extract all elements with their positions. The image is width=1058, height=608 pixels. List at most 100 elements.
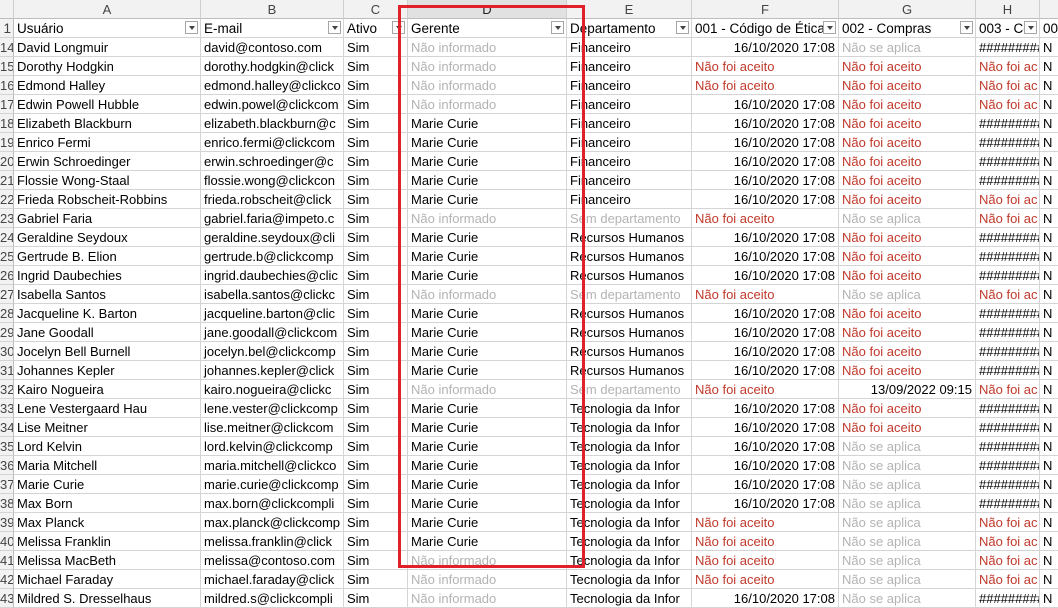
row-number[interactable]: 34 (0, 418, 14, 437)
cell-usuario[interactable]: Michael Faraday (14, 570, 201, 589)
cell-email[interactable]: geraldine.seydoux@cli (201, 228, 344, 247)
cell-departamento[interactable]: Financeiro (567, 133, 692, 152)
cell-003[interactable]: ######### (976, 361, 1040, 380)
cell-compras[interactable]: Não se aplica (839, 285, 976, 304)
cell-codigo-etica[interactable]: 16/10/2020 17:08 (692, 133, 839, 152)
cell-004[interactable]: N (1040, 570, 1058, 589)
cell-codigo-etica[interactable]: 16/10/2020 17:08 (692, 171, 839, 190)
cell-email[interactable]: edmond.halley@clickco (201, 76, 344, 95)
cell-003[interactable]: ######### (976, 418, 1040, 437)
cell-ativo[interactable]: Sim (344, 513, 408, 532)
cell-004[interactable]: N (1040, 437, 1058, 456)
row-number[interactable]: 42 (0, 570, 14, 589)
cell-usuario[interactable]: Erwin Schroedinger (14, 152, 201, 171)
cell-codigo-etica[interactable]: 16/10/2020 17:08 (692, 494, 839, 513)
cell-departamento[interactable]: Financeiro (567, 38, 692, 57)
cell-004[interactable]: N (1040, 551, 1058, 570)
cell-codigo-etica[interactable]: 16/10/2020 17:08 (692, 228, 839, 247)
cell-004[interactable]: N (1040, 171, 1058, 190)
cell-codigo-etica[interactable]: Não foi aceito (692, 209, 839, 228)
filter-dropdown-icon[interactable] (960, 21, 973, 34)
cell-usuario[interactable]: Edmond Halley (14, 76, 201, 95)
cell-departamento[interactable]: Sem departamento (567, 285, 692, 304)
row-number[interactable]: 27 (0, 285, 14, 304)
cell-gerente[interactable]: Marie Curie (408, 418, 567, 437)
cell-departamento[interactable]: Financeiro (567, 152, 692, 171)
cell-departamento[interactable]: Tecnologia da Infor (567, 494, 692, 513)
row-number[interactable]: 36 (0, 456, 14, 475)
cell-departamento[interactable]: Tecnologia da Infor (567, 399, 692, 418)
cell-compras[interactable]: Não foi aceito (839, 418, 976, 437)
cell-003[interactable]: Não foi ac (976, 76, 1040, 95)
cell-usuario[interactable]: Jane Goodall (14, 323, 201, 342)
row-number[interactable]: 28 (0, 304, 14, 323)
cell-email[interactable]: max.planck@clickcomp (201, 513, 344, 532)
cell-ativo[interactable]: Sim (344, 76, 408, 95)
cell-004[interactable]: N (1040, 95, 1058, 114)
cell-usuario[interactable]: Edwin Powell Hubble (14, 95, 201, 114)
cell-003[interactable]: ######### (976, 342, 1040, 361)
cell-email[interactable]: kairo.nogueira@clickc (201, 380, 344, 399)
row-number[interactable]: 23 (0, 209, 14, 228)
cell-004[interactable]: N (1040, 418, 1058, 437)
row-number[interactable]: 1 (0, 19, 14, 38)
cell-departamento[interactable]: Financeiro (567, 114, 692, 133)
cell-003[interactable]: ######### (976, 304, 1040, 323)
cell-codigo-etica[interactable]: 16/10/2020 17:08 (692, 418, 839, 437)
row-number[interactable]: 32 (0, 380, 14, 399)
cell-003[interactable]: ######### (976, 475, 1040, 494)
cell-003[interactable]: Não foi ac (976, 570, 1040, 589)
cell-email[interactable]: mildred.s@clickcompli (201, 589, 344, 608)
cell-ativo[interactable]: Sim (344, 456, 408, 475)
cell-email[interactable]: edwin.powel@clickcom (201, 95, 344, 114)
cell-email[interactable]: ingrid.daubechies@clic (201, 266, 344, 285)
cell-departamento[interactable]: Financeiro (567, 95, 692, 114)
cell-compras[interactable]: Não foi aceito (839, 152, 976, 171)
cell-gerente[interactable]: Marie Curie (408, 342, 567, 361)
cell-email[interactable]: maria.mitchell@clickco (201, 456, 344, 475)
cell-gerente[interactable]: Não informado (408, 95, 567, 114)
cell-003[interactable]: ######### (976, 456, 1040, 475)
cell-compras[interactable]: Não foi aceito (839, 114, 976, 133)
cell-compras[interactable]: Não foi aceito (839, 171, 976, 190)
cell-ativo[interactable]: Sim (344, 285, 408, 304)
cell-gerente[interactable]: Marie Curie (408, 323, 567, 342)
cell-ativo[interactable]: Sim (344, 114, 408, 133)
cell-compras[interactable]: Não foi aceito (839, 361, 976, 380)
cell-gerente[interactable]: Não informado (408, 209, 567, 228)
cell-usuario[interactable]: Jocelyn Bell Burnell (14, 342, 201, 361)
cell-003[interactable]: Não foi ac (976, 532, 1040, 551)
cell-email[interactable]: johannes.kepler@click (201, 361, 344, 380)
cell-compras[interactable]: Não foi aceito (839, 57, 976, 76)
cell-003[interactable]: Não foi ac (976, 209, 1040, 228)
cell-ativo[interactable]: Sim (344, 551, 408, 570)
cell-003[interactable]: Não foi ac (976, 380, 1040, 399)
cell-ativo[interactable]: Sim (344, 171, 408, 190)
cell-usuario[interactable]: Melissa MacBeth (14, 551, 201, 570)
cell-ativo[interactable]: Sim (344, 228, 408, 247)
cell-codigo-etica[interactable]: 16/10/2020 17:08 (692, 114, 839, 133)
cell-departamento[interactable]: Tecnologia da Infor (567, 437, 692, 456)
cell-email[interactable]: dorothy.hodgkin@click (201, 57, 344, 76)
column-letter-i[interactable] (1040, 0, 1058, 19)
cell-004[interactable]: N (1040, 589, 1058, 608)
cell-codigo-etica[interactable]: 16/10/2020 17:08 (692, 342, 839, 361)
cell-codigo-etica[interactable]: 16/10/2020 17:08 (692, 475, 839, 494)
cell-email[interactable]: lord.kelvin@clickcomp (201, 437, 344, 456)
cell-gerente[interactable]: Marie Curie (408, 513, 567, 532)
row-number[interactable]: 37 (0, 475, 14, 494)
cell-email[interactable]: david@contoso.com (201, 38, 344, 57)
cell-codigo-etica[interactable]: Não foi aceito (692, 380, 839, 399)
cell-004[interactable]: N (1040, 76, 1058, 95)
cell-gerente[interactable]: Marie Curie (408, 133, 567, 152)
cell-usuario[interactable]: Marie Curie (14, 475, 201, 494)
cell-003[interactable]: Não foi ac (976, 513, 1040, 532)
cell-usuario[interactable]: Elizabeth Blackburn (14, 114, 201, 133)
cell-ativo[interactable]: Sim (344, 57, 408, 76)
cell-usuario[interactable]: Johannes Kepler (14, 361, 201, 380)
cell-ativo[interactable]: Sim (344, 361, 408, 380)
cell-003[interactable]: ######### (976, 38, 1040, 57)
cell-usuario[interactable]: Enrico Fermi (14, 133, 201, 152)
cell-usuario[interactable]: Lene Vestergaard Hau (14, 399, 201, 418)
cell-004[interactable]: N (1040, 323, 1058, 342)
